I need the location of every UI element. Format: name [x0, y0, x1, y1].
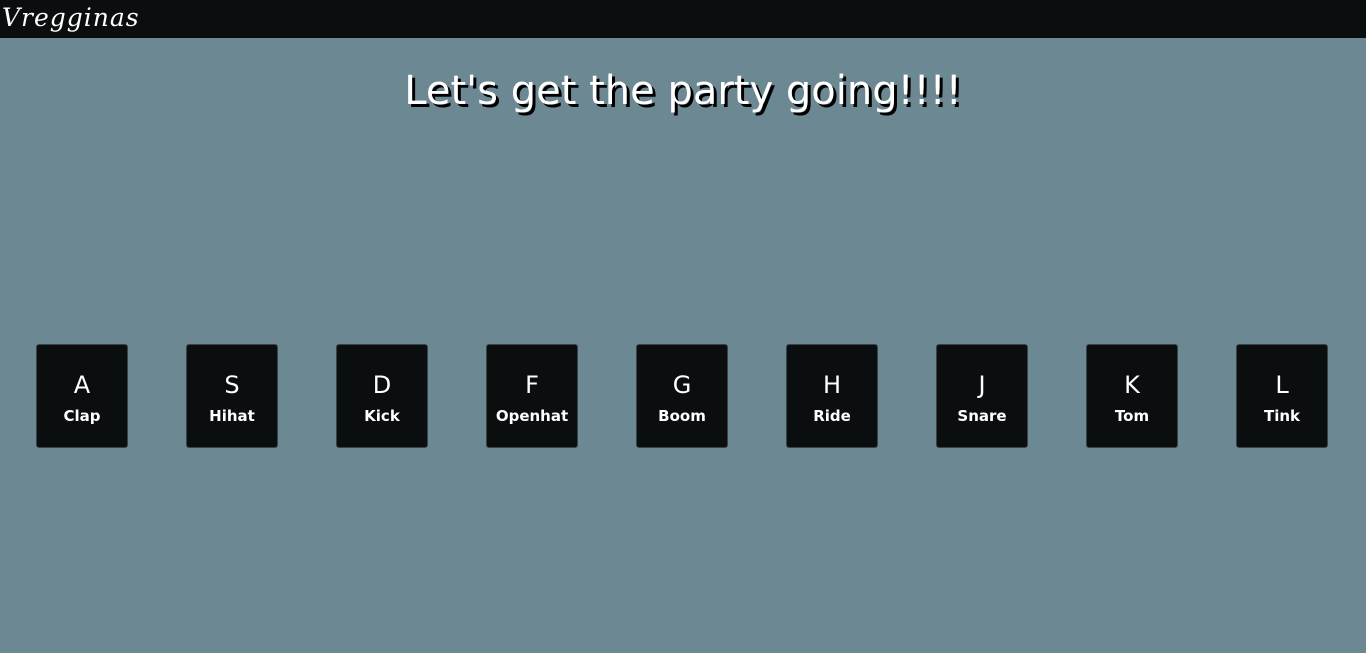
key-sound-label: Snare — [957, 407, 1007, 425]
key-letter: A — [73, 371, 91, 399]
drum-keys: A Clap S Hihat D Kick F Openhat G Boom H… — [36, 344, 1332, 450]
brand-logo[interactable]: Vregginas — [2, 2, 140, 34]
drum-key-j[interactable]: J Snare — [936, 344, 1028, 448]
key-sound-label: Openhat — [495, 407, 569, 425]
key-letter: S — [224, 371, 240, 399]
drum-key-d[interactable]: D Kick — [336, 344, 428, 448]
top-bar: Vregginas — [0, 0, 1366, 38]
key-sound-label: Clap — [63, 407, 101, 425]
key-sound-label: Tink — [1263, 407, 1301, 425]
key-sound-label: Ride — [813, 407, 851, 425]
key-letter: F — [525, 371, 539, 399]
key-letter: H — [822, 371, 842, 399]
drum-key-f[interactable]: F Openhat — [486, 344, 578, 448]
key-sound-label: Boom — [658, 407, 706, 425]
key-letter: D — [372, 371, 392, 399]
key-letter: K — [1124, 371, 1140, 399]
drum-key-h[interactable]: H Ride — [786, 344, 878, 448]
drum-key-a[interactable]: A Clap — [36, 344, 128, 448]
drum-key-l[interactable]: L Tink — [1236, 344, 1328, 448]
drum-key-g[interactable]: G Boom — [636, 344, 728, 448]
page-title: Let's get the party going!!!! — [404, 68, 962, 114]
key-letter: L — [1275, 371, 1289, 399]
key-sound-label: Hihat — [209, 407, 255, 425]
key-sound-label: Tom — [1114, 407, 1150, 425]
drum-key-k[interactable]: K Tom — [1086, 344, 1178, 448]
key-sound-label: Kick — [364, 407, 400, 425]
key-letter: G — [672, 371, 692, 399]
key-letter: J — [978, 371, 986, 399]
drum-key-s[interactable]: S Hihat — [186, 344, 278, 448]
